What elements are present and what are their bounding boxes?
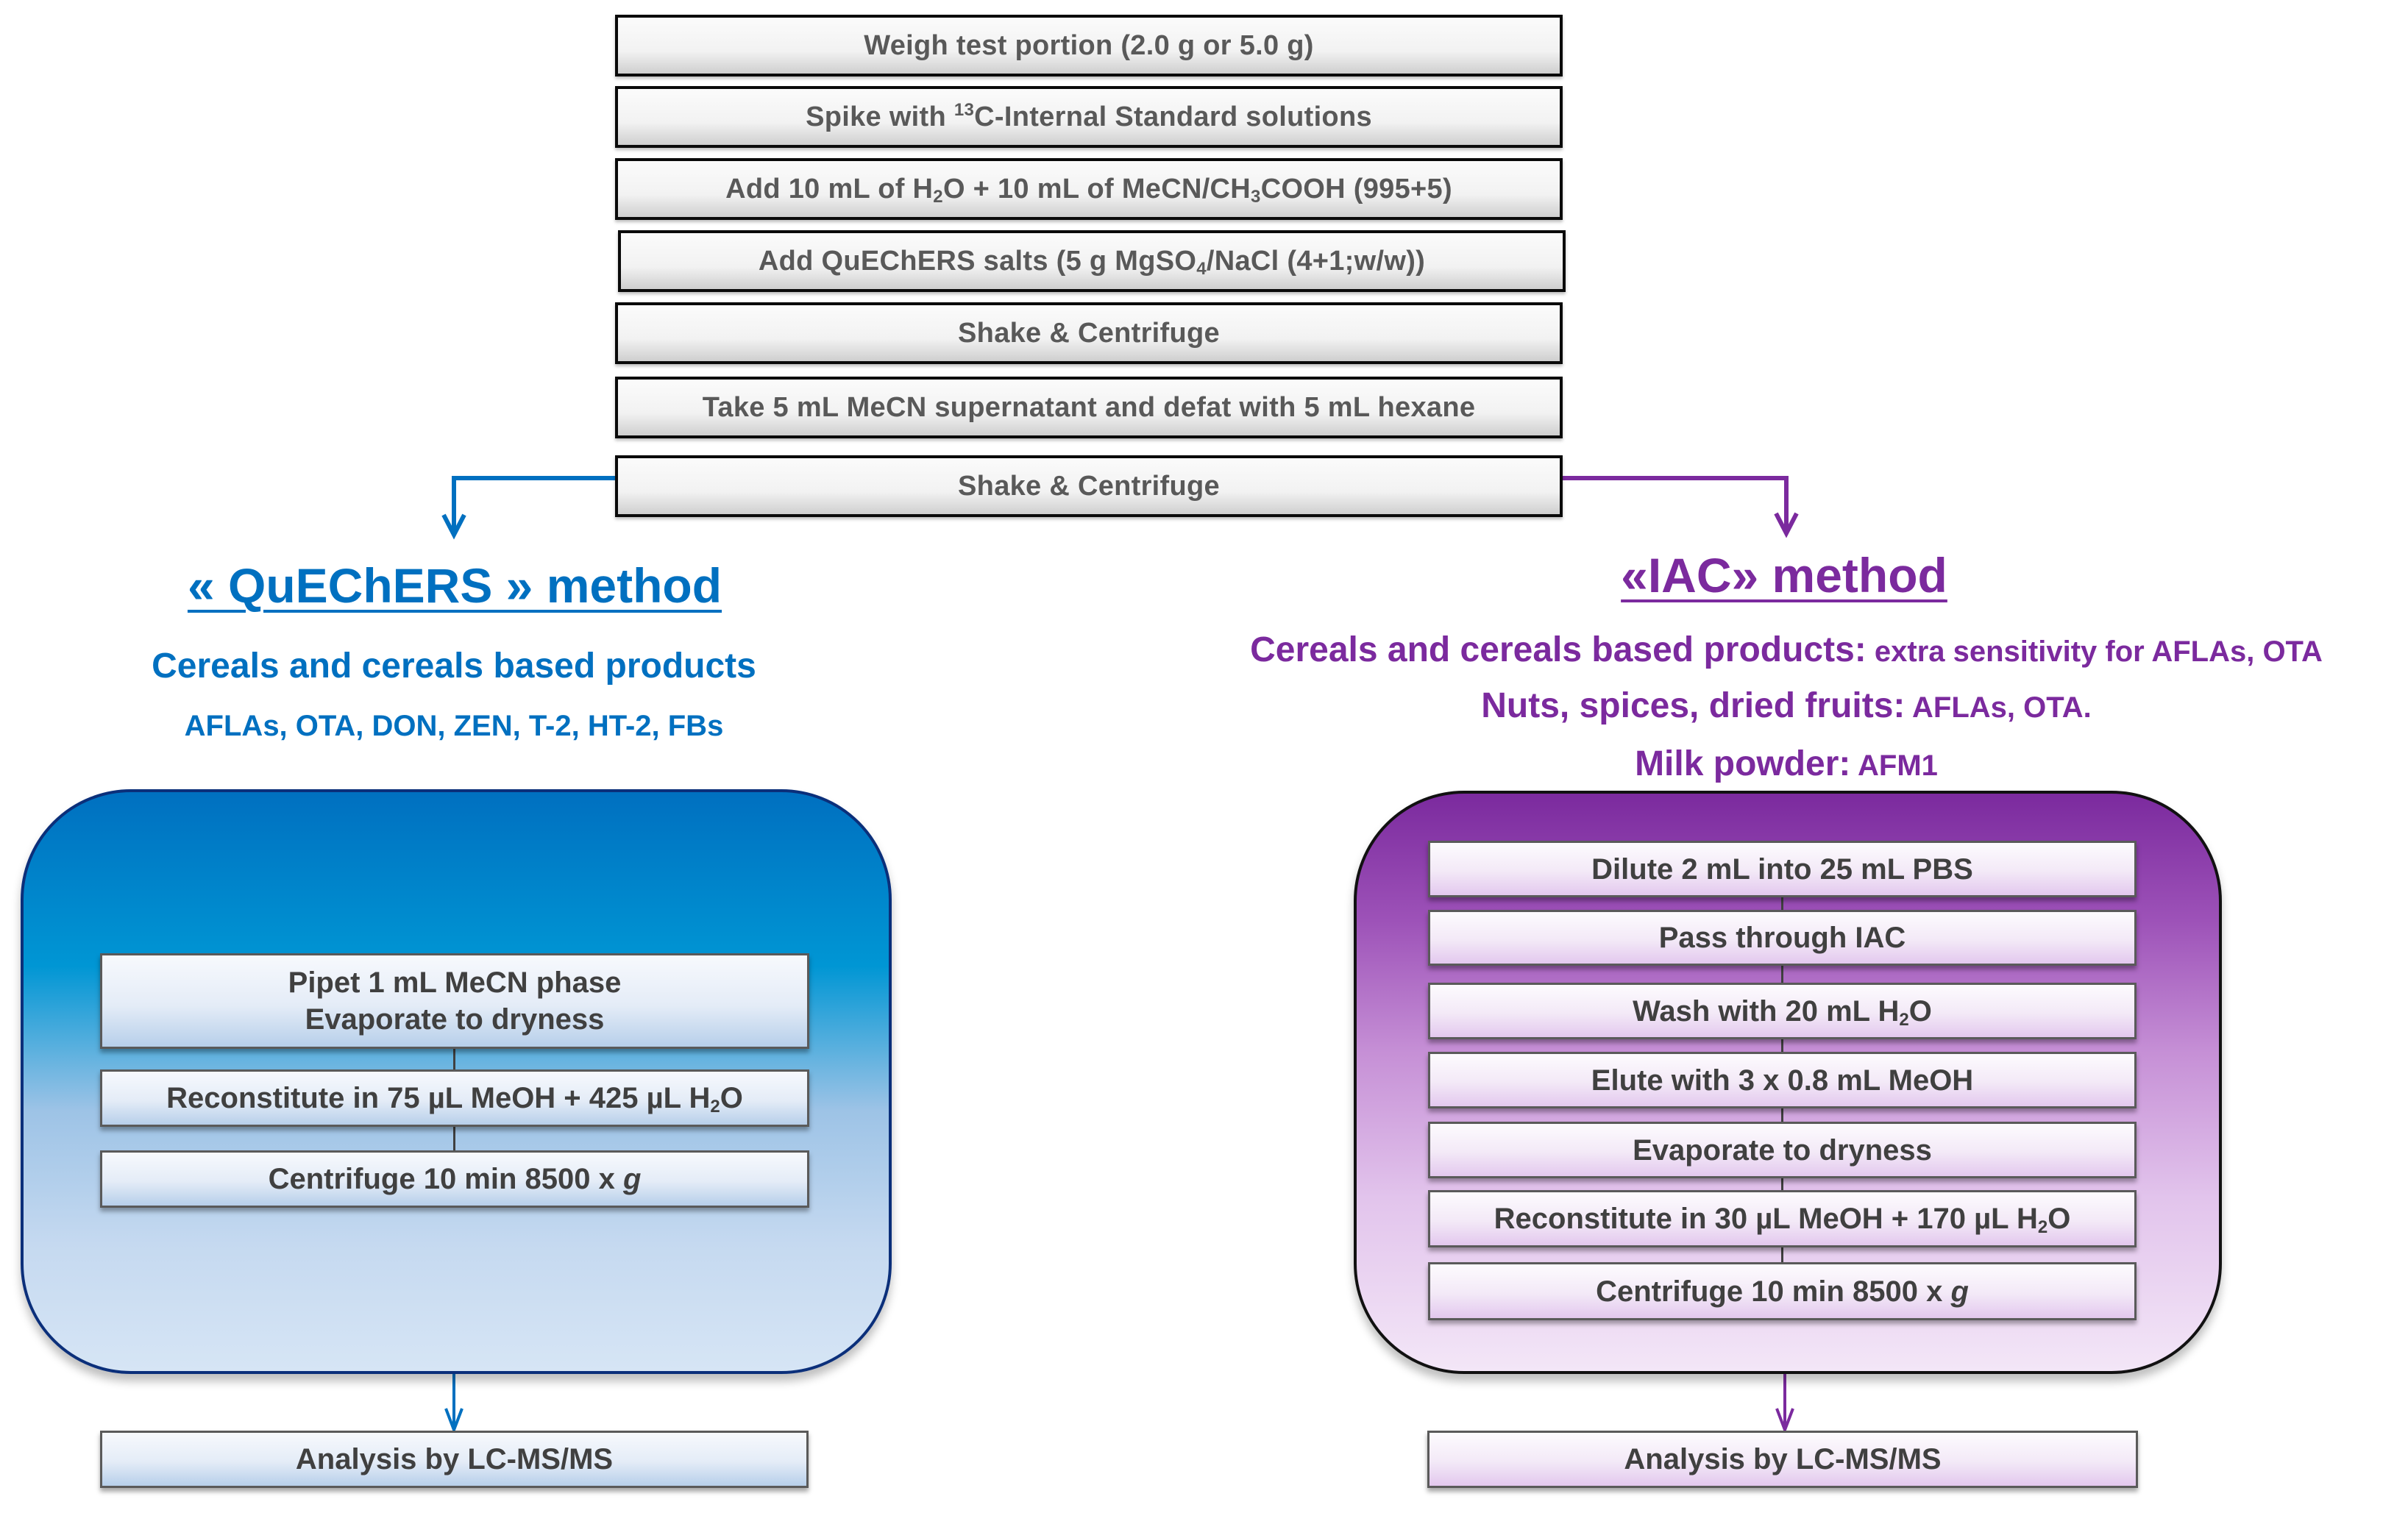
iac-matrix-nuts: Nuts, spices, dried fruits: AFLAs, OTA. — [1481, 686, 2092, 725]
iac-method-title: «IAC» method — [1621, 548, 1947, 602]
iac-connector — [1781, 897, 1783, 910]
iac-matrix-cereals: Cereals and cereals based products: extr… — [1250, 630, 2323, 669]
iac-step-reconstitute: Reconstitute in 30 µL MeOH + 170 µL H2O — [1428, 1190, 2137, 1247]
common-step-shake-centrifuge-2: Shake & Centrifuge — [615, 455, 1563, 517]
common-step-take-defat: Take 5 mL MeCN supernatant and defat wit… — [615, 377, 1563, 438]
iac-step-dilute: Dilute 2 mL into 25 mL PBS — [1428, 841, 2137, 897]
quechers-step-reconstitute: Reconstitute in 75 µL MeOH + 425 µL H2O — [100, 1069, 809, 1127]
quechers-final-arrowhead — [444, 1408, 464, 1434]
common-step-add-solvent: Add 10 mL of H2O + 10 mL of MeCN/CH3COOH… — [615, 158, 1563, 220]
iac-connector — [1781, 966, 1783, 983]
quechers-branch-arrow — [452, 476, 615, 533]
iac-step-pass-iac: Pass through IAC — [1428, 910, 2137, 966]
quechers-connector — [453, 1049, 455, 1071]
iac-connector — [1781, 1247, 1783, 1262]
common-step-shake-centrifuge-1: Shake & Centrifuge — [615, 302, 1563, 364]
iac-connector — [1781, 1039, 1783, 1052]
quechers-matrix: Cereals and cereals based products — [152, 647, 756, 686]
iac-connector — [1781, 1108, 1783, 1122]
quechers-analysis-box: Analysis by LC-MS/MS — [100, 1431, 809, 1488]
quechers-branch-arrowhead — [441, 513, 466, 540]
iac-branch-arrow — [1562, 476, 1789, 532]
common-step-weigh: Weigh test portion (2.0 g or 5.0 g) — [615, 15, 1563, 76]
iac-branch-arrowhead — [1774, 512, 1799, 538]
iac-step-centrifuge: Centrifuge 10 min 8500 x g — [1428, 1262, 2137, 1320]
iac-matrix-milk: Milk powder: AFM1 — [1635, 744, 1938, 783]
quechers-step-centrifuge: Centrifuge 10 min 8500 x g — [100, 1150, 809, 1208]
common-step-spike: Spike with 13C-Internal Standard solutio… — [615, 86, 1563, 148]
quechers-analytes: AFLAs, OTA, DON, ZEN, T-2, HT-2, FBs — [184, 710, 724, 742]
iac-analysis-box: Analysis by LC-MS/MS — [1427, 1431, 2138, 1488]
common-step-add-salts: Add QuEChERS salts (5 g MgSO4/NaCl (4+1;… — [618, 230, 1566, 292]
iac-final-arrowhead — [1775, 1408, 1794, 1434]
quechers-method-title: « QuEChERS » method — [187, 558, 722, 613]
iac-connector — [1781, 1178, 1783, 1190]
iac-step-wash: Wash with 20 mL H2O — [1428, 983, 2137, 1039]
quechers-connector — [453, 1127, 455, 1150]
quechers-step-pipet-evaporate: Pipet 1 mL MeCN phase Evaporate to dryne… — [100, 953, 809, 1049]
iac-step-evaporate: Evaporate to dryness — [1428, 1122, 2137, 1178]
iac-step-elute: Elute with 3 x 0.8 mL MeOH — [1428, 1052, 2137, 1108]
